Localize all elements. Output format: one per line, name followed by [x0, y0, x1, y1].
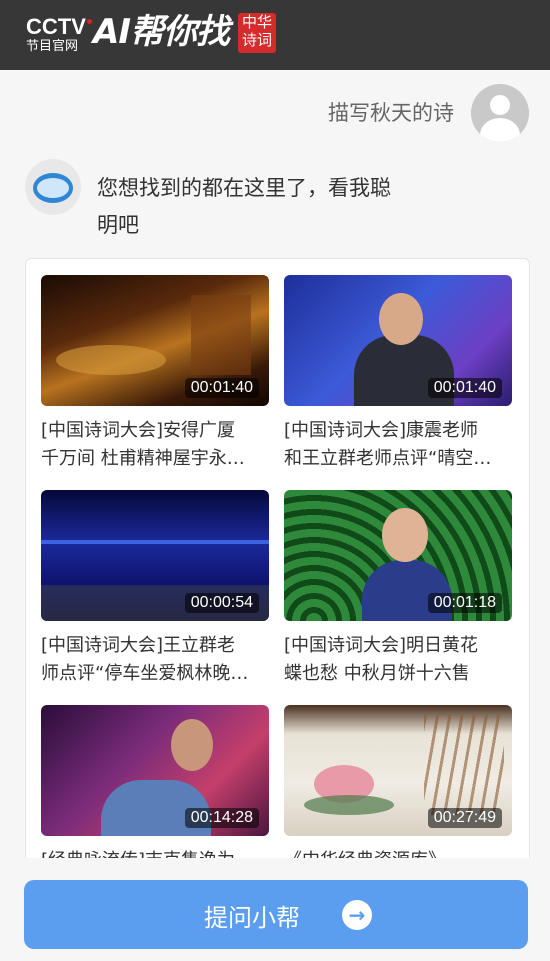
video-title[interactable]: [中国诗词大会]安得广厦 千万间 杜甫精神屋宇永…: [41, 417, 269, 473]
video-results-card: 00:01:40 [中国诗词大会]安得广厦 千万间 杜甫精神屋宇永… 00:01…: [25, 258, 530, 900]
cctv-subtitle: 节目官网: [26, 39, 79, 54]
bot-avatar: [25, 159, 81, 215]
video-title[interactable]: [中国诗词大会]王立群老 师点评“停车坐爱枫林晚…: [41, 632, 269, 688]
poetry-seal-logo: 中华 诗词: [238, 13, 276, 53]
video-title[interactable]: [中国诗词大会]康震老师 和王立群老师点评“晴空…: [284, 417, 512, 473]
user-avatar: [471, 84, 529, 142]
arrow-right-circle-icon: →: [342, 900, 372, 930]
ask-button[interactable]: 提问小帮 →: [24, 880, 528, 949]
bot-message: 您想找到的都在这里了，看我聪 明吧: [97, 176, 391, 237]
app-title: AI帮你找: [93, 12, 230, 52]
video-duration: 00:27:49: [427, 808, 502, 828]
cctv-logo: CCTV: [26, 16, 92, 38]
video-thumbnail[interactable]: 00:01:40: [41, 275, 269, 406]
app-header: CCTV 节目官网 AI帮你找 中华 诗词: [0, 0, 550, 70]
video-duration: 00:14:28: [184, 808, 259, 828]
ask-button-label: 提问小帮: [204, 904, 300, 932]
video-thumbnail[interactable]: 00:01:18: [284, 490, 512, 621]
video-duration: 00:01:40: [184, 378, 259, 398]
video-title[interactable]: [中国诗词大会]明日黄花 蝶也愁 中秋月饼十六售: [284, 632, 512, 688]
video-duration: 00:01:18: [427, 593, 502, 613]
video-thumbnail[interactable]: 00:27:49: [284, 705, 512, 836]
user-message: 描写秋天的诗: [328, 101, 454, 125]
video-duration: 00:00:54: [184, 593, 259, 613]
video-thumbnail[interactable]: 00:00:54: [41, 490, 269, 621]
video-duration: 00:01:40: [427, 378, 502, 398]
video-thumbnail[interactable]: 00:01:40: [284, 275, 512, 406]
video-thumbnail[interactable]: 00:14:28: [41, 705, 269, 836]
